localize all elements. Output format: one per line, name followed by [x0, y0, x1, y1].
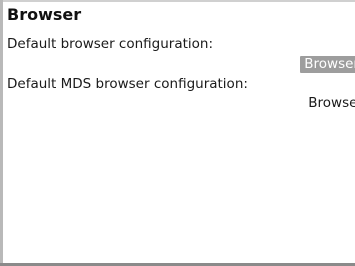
default-mds-browser-config-choice[interactable]: Browser	[308, 95, 355, 112]
options-screen: Browser Default browser configuration: B…	[0, 0, 355, 266]
default-mds-browser-config-label: Default MDS browser configuration:	[7, 76, 248, 92]
default-browser-config-label: Default browser configuration:	[7, 36, 214, 52]
default-browser-config-choice[interactable]: Browser	[300, 56, 355, 73]
top-border	[0, 0, 355, 2]
left-border	[0, 0, 3, 266]
screen-title: Browser	[7, 5, 82, 24]
